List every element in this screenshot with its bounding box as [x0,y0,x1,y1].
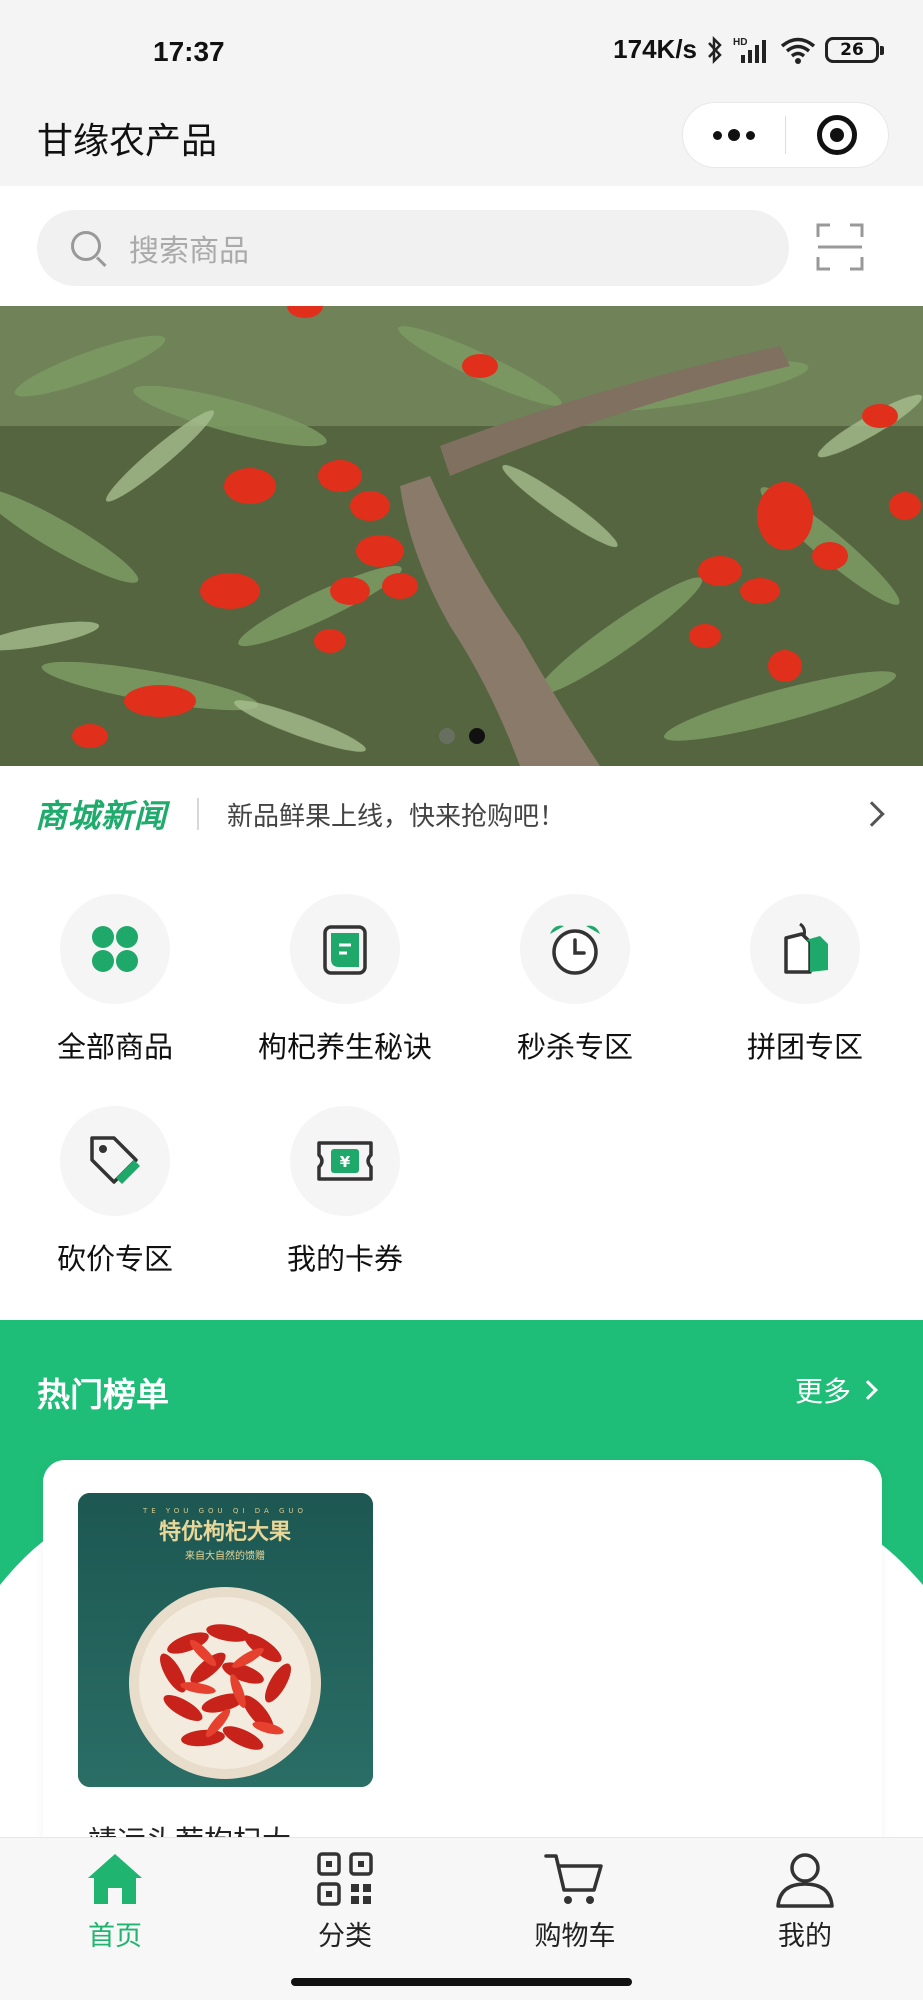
category-label: 秒杀专区 [516,1030,633,1064]
book-icon [290,894,400,1004]
hot-list-card: TE YOU GOU QI DA GUO 特优枸杞大果 来自大自然的馈赠 [43,1460,882,1840]
tab-mine[interactable]: 我的 [690,1850,920,1952]
tab-label: 分类 [318,1921,372,1952]
search-area: 搜索商品 [0,186,923,306]
tab-bar: 首页 分类 购物车 我的 [0,1837,923,2000]
category-flash-sale[interactable]: 秒杀专区 [460,862,690,1064]
user-icon [776,1853,834,1908]
nav-bar: 甘缘农产品 [0,100,923,186]
tab-label: 购物车 [534,1921,616,1952]
news-ticker[interactable]: 商城新闻 新品鲜果上线，快来抢购吧！ [0,766,923,862]
price-tag-cut-icon [60,1106,170,1216]
cart-icon [544,1854,603,1904]
hot-list-section: 热门榜单 更多 TE YOU GOU QI DA GUO 特优枸杞大果 来自大自… [0,1320,923,1840]
tab-label: 我的 [778,1921,832,1952]
wifi-icon [780,37,816,64]
goji-berry-bush-photo [0,306,923,766]
category-my-coupons[interactable]: ¥ 我的卡券 [230,1074,460,1276]
search-icon [69,229,107,268]
home-indicator [291,1978,632,1986]
target-icon [816,115,857,155]
scan-icon[interactable] [815,222,865,272]
chevron-right-icon [859,801,885,827]
bluetooth-icon [708,35,722,64]
page-title: 甘缘农产品 [37,121,218,162]
product-image-title: 特优枸杞大果 [159,1519,291,1545]
qr-grid-icon [317,1852,373,1906]
network-speed: 174K/s [613,34,697,64]
category-goji-tips[interactable]: 枸杞养生秘诀 [230,862,460,1064]
miniprogram-capsule [682,102,889,168]
hot-list-more-link[interactable]: 更多 [795,1370,878,1410]
category-group-buy[interactable]: 拼团专区 [690,862,920,1064]
alarm-clock-icon [520,894,630,1004]
carousel-dot[interactable] [438,728,455,744]
status-bar: 17:37 174K/s HD 26 [0,0,923,100]
home-icon [88,1854,142,1904]
tab-label: 首页 [88,1921,142,1952]
category-label: 拼团专区 [746,1030,863,1064]
tab-category[interactable]: 分类 [230,1850,460,1952]
more-dots-icon[interactable] [683,102,785,168]
ticket-icon: ¥ [290,1106,400,1216]
close-miniprogram-button[interactable] [786,102,888,168]
search-placeholder: 搜索商品 [129,234,249,269]
battery-icon: 26 [825,36,884,63]
category-grid: 全部商品 枸杞养生秘诀 秒杀专区 拼团专区 砍价专区 ¥ 我的卡券 [0,862,923,1320]
status-time: 17:37 [153,36,225,67]
product-image-pinyin: TE YOU GOU QI DA GUO [142,1507,307,1515]
news-label: 商城新闻 [35,797,168,835]
category-label: 全部商品 [56,1030,173,1064]
news-text[interactable]: 新品鲜果上线，快来抢购吧！ [227,796,863,833]
tab-home[interactable]: 首页 [0,1850,230,1952]
category-label: 我的卡券 [286,1242,403,1276]
tag-icon [750,894,860,1004]
tab-cart[interactable]: 购物车 [460,1850,690,1952]
more-label: 更多 [795,1375,852,1408]
category-label: 枸杞养生秘诀 [257,1030,432,1064]
status-icons: 174K/s HD 26 [613,34,884,65]
svg-text:¥: ¥ [340,1153,351,1171]
svg-text:HD: HD [733,37,747,48]
category-all-products[interactable]: 全部商品 [0,862,230,1064]
carousel-dot-active[interactable] [468,728,485,744]
banner-carousel[interactable] [0,306,923,766]
product-image[interactable]: TE YOU GOU QI DA GUO 特优枸杞大果 来自大自然的馈赠 [78,1493,373,1787]
signal-icon: HD [733,37,766,63]
carousel-dots [0,728,923,744]
product-image-subtitle: 来自大自然的馈赠 [185,1549,265,1562]
category-label: 砍价专区 [56,1242,173,1276]
clover-icon [60,894,170,1004]
chevron-right-icon [858,1380,878,1400]
hot-list-title: 热门榜单 [37,1375,169,1414]
category-bargain[interactable]: 砍价专区 [0,1074,230,1276]
search-input[interactable]: 搜索商品 [37,210,789,286]
news-divider [197,798,200,830]
